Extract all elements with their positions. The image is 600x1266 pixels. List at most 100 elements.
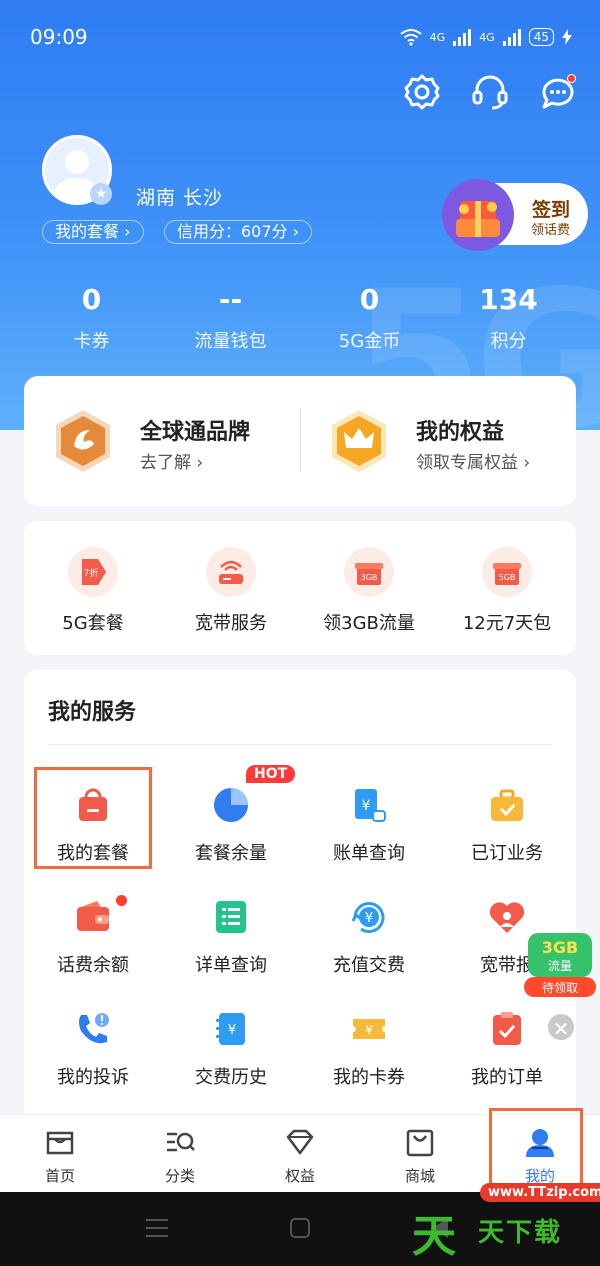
discount-tag-icon: 7折 xyxy=(68,547,118,597)
promo-label: 宽带服务 xyxy=(195,613,267,634)
shopping-bag-outline-icon xyxy=(406,1129,434,1157)
location-text: 湖南 长沙 xyxy=(136,187,224,209)
promo-label: 5G套餐 xyxy=(62,613,124,634)
service-bill-inquiry[interactable]: ¥ 账单查询 xyxy=(300,765,438,877)
service-label: 我的卡券 xyxy=(333,1067,405,1088)
promo-card: 7折 5G套餐 宽带服务 3GB 领3GB流量 5GB 12元7天包 xyxy=(24,521,576,655)
stat-5g-coins[interactable]: 0 5G金币 xyxy=(300,283,439,353)
battery-indicator: 45 xyxy=(528,28,554,46)
tab-label: 分类 xyxy=(164,1167,195,1185)
service-top-up[interactable]: ¥ 充值交费 xyxy=(300,877,438,989)
floating-3gb-gift[interactable]: 3GB 流量 待领取 xyxy=(522,925,598,1001)
customer-service-headset-icon[interactable] xyxy=(470,72,510,112)
service-payment-history[interactable]: ¥ 交费历史 xyxy=(162,989,300,1101)
service-plan-balance[interactable]: HOT 套餐余量 xyxy=(162,765,300,877)
ticket-coupon-icon: ¥ xyxy=(353,1019,385,1039)
svg-text:流量: 流量 xyxy=(548,959,572,973)
notebook-yuan-icon: ¥ xyxy=(216,1013,245,1045)
watermark-text: 天下载 xyxy=(478,1218,563,1248)
tab-label: 首页 xyxy=(44,1167,75,1185)
service-label: 账单查询 xyxy=(333,843,405,864)
briefcase-check-icon xyxy=(491,789,523,821)
service-call-balance[interactable]: 话费余额 xyxy=(24,877,162,989)
status-icons: 4G 4G 45 xyxy=(400,28,572,46)
promo-label: 领3GB流量 xyxy=(323,613,415,634)
watermark-url: www.TTzip.com xyxy=(480,1183,600,1202)
wallet-icon xyxy=(77,901,109,931)
stat-data-wallet[interactable]: -- 流量钱包 xyxy=(161,283,300,353)
status-time: 09:09 xyxy=(30,25,88,49)
my-plan-pill[interactable]: 我的套餐 › xyxy=(42,220,144,244)
service-my-coupons[interactable]: ¥ 我的卡券 xyxy=(300,989,438,1101)
brand-subtitle: 领取专属权益 › xyxy=(416,453,531,473)
message-chat-icon[interactable] xyxy=(538,72,578,112)
clipboard-check-icon xyxy=(493,1012,521,1045)
phone-alert-icon xyxy=(79,1013,109,1044)
stat-label: 5G金币 xyxy=(338,331,401,352)
svg-text:¥: ¥ xyxy=(362,798,371,814)
service-label: 套餐余量 xyxy=(195,843,267,864)
tab-home[interactable]: 首页 xyxy=(0,1115,120,1192)
credit-score-pill[interactable]: 信用分：607分 › xyxy=(164,220,313,244)
profile-header: 5G 09:09 4G 4G 45 ★ 湖南 长沙 我的套餐 › 信用分：607… xyxy=(0,0,600,430)
gift-5gb-icon: 5GB xyxy=(482,547,532,597)
stat-label: 积分 xyxy=(490,331,527,352)
watermark-logo: 天 xyxy=(412,1211,456,1262)
hot-badge: HOT xyxy=(246,765,296,783)
service-subscribed[interactable]: 已订业务 xyxy=(438,765,576,877)
stat-coupons[interactable]: 0 卡券 xyxy=(22,283,161,353)
service-detail-list[interactable]: 详单查询 xyxy=(162,877,300,989)
home-button-icon[interactable] xyxy=(290,1218,310,1238)
my-benefits-entry[interactable]: 我的权益 领取专属权益 › xyxy=(300,376,576,506)
charging-icon xyxy=(562,29,572,45)
promo-12yuan-pack[interactable]: 5GB 12元7天包 xyxy=(438,521,576,655)
signal-icon-2 xyxy=(502,28,521,46)
service-label: 我的订单 xyxy=(471,1067,543,1088)
router-icon xyxy=(206,547,256,597)
tab-mall[interactable]: 商城 xyxy=(360,1115,480,1192)
section-title: 我的服务 xyxy=(48,700,137,725)
message-unread-dot xyxy=(567,74,576,83)
stat-value: -- xyxy=(218,283,243,316)
service-label: 充值交费 xyxy=(333,955,405,976)
global-brand-entry[interactable]: 全球通品牌 去了解 › xyxy=(24,376,300,506)
tab-label: 权益 xyxy=(284,1167,315,1185)
sign-in-button[interactable]: 签到 领话费 xyxy=(442,179,588,251)
header-actions xyxy=(402,72,578,112)
wifi-icon xyxy=(400,29,422,46)
service-my-orders[interactable]: 我的订单 xyxy=(438,989,576,1101)
crown-hexagon-icon xyxy=(332,410,386,472)
settings-gear-icon[interactable] xyxy=(402,72,442,112)
service-complaint[interactable]: 我的投诉 xyxy=(24,989,162,1101)
gift-box-icon xyxy=(442,179,514,251)
brand-title: 我的权益 xyxy=(416,420,505,445)
sign-in-title: 签到 xyxy=(531,199,570,221)
close-floating-icon[interactable]: ✕ xyxy=(546,1012,576,1042)
svg-text:5GB: 5GB xyxy=(499,573,516,582)
svg-text:¥: ¥ xyxy=(228,1023,236,1038)
service-label: 交费历史 xyxy=(195,1067,267,1088)
promo-5g-plan[interactable]: 7折 5G套餐 xyxy=(24,521,162,655)
account-stats: 0 卡券 -- 流量钱包 0 5G金币 134 积分 xyxy=(22,283,578,353)
svg-text:3GB: 3GB xyxy=(361,573,378,582)
my-services-card: 我的服务 我的套餐 HOT 套餐余量 ¥ 账单查询 已订业务 话费余额 详单查询 xyxy=(24,670,576,1130)
category-search-icon xyxy=(167,1132,195,1152)
vip-star-icon: ★ xyxy=(90,183,112,205)
diamond-icon xyxy=(286,1129,314,1155)
stat-label: 卡券 xyxy=(73,331,110,352)
stat-points[interactable]: 134 积分 xyxy=(439,283,578,353)
brand-subtitle: 去了解 › xyxy=(140,453,204,473)
tab-category[interactable]: 分类 xyxy=(120,1115,240,1192)
stat-value: 0 xyxy=(359,283,380,316)
list-document-icon xyxy=(216,901,246,933)
signal-icon-1 xyxy=(453,28,472,46)
svg-text:待领取: 待领取 xyxy=(542,981,578,995)
divider xyxy=(48,744,552,745)
recent-apps-icon[interactable] xyxy=(146,1219,168,1237)
tab-benefits[interactable]: 权益 xyxy=(240,1115,360,1192)
promo-broadband[interactable]: 宽带服务 xyxy=(162,521,300,655)
svg-text:¥: ¥ xyxy=(365,1023,373,1037)
pie-chart-icon xyxy=(214,788,248,822)
heart-people-icon xyxy=(489,902,525,933)
promo-free-3gb[interactable]: 3GB 领3GB流量 xyxy=(300,521,438,655)
